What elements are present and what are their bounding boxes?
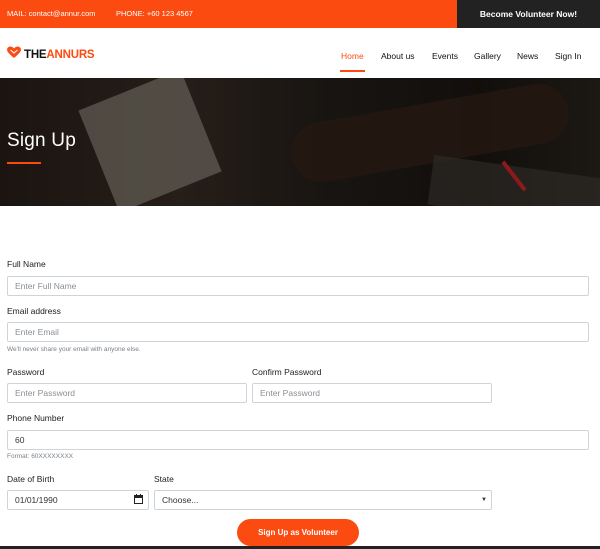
phone-input[interactable]: 60 bbox=[7, 430, 589, 450]
password-label: Password bbox=[7, 367, 45, 377]
logo-text-annurs: ANNURS bbox=[46, 48, 95, 61]
calendar-icon[interactable] bbox=[134, 494, 143, 504]
become-volunteer-button[interactable]: Become Volunteer Now! bbox=[457, 0, 600, 28]
nav-about-us[interactable]: About us bbox=[381, 51, 415, 61]
nav-active-underline bbox=[340, 70, 365, 72]
confirm-password-placeholder: Enter Password bbox=[260, 388, 320, 398]
email-placeholder: Enter Email bbox=[15, 327, 59, 337]
email-input[interactable]: Enter Email bbox=[7, 322, 589, 342]
hero-overlay bbox=[0, 78, 600, 206]
heart-icon bbox=[6, 44, 22, 65]
nav-gallery[interactable]: Gallery bbox=[474, 51, 501, 61]
title-underline bbox=[7, 162, 41, 164]
contact-email: MAIL: contact@annur.com bbox=[7, 9, 96, 18]
full-name-placeholder: Enter Full Name bbox=[15, 281, 77, 291]
full-name-input[interactable]: Enter Full Name bbox=[7, 276, 589, 296]
nav-sign-in[interactable]: Sign In bbox=[555, 51, 581, 61]
signup-volunteer-button[interactable]: Sign Up as Volunteer bbox=[237, 519, 359, 546]
nav-home[interactable]: Home bbox=[341, 51, 364, 61]
nav-news[interactable]: News bbox=[517, 51, 538, 61]
confirm-password-label: Confirm Password bbox=[252, 367, 322, 377]
password-placeholder: Enter Password bbox=[15, 388, 75, 398]
hero-banner: Sign Up bbox=[0, 78, 600, 206]
phone-hint: Format: 60XXXXXXXX bbox=[7, 453, 74, 460]
phone-value: 60 bbox=[15, 435, 25, 445]
state-label: State bbox=[154, 474, 174, 484]
contact-phone: PHONE: +60 123 4567 bbox=[116, 9, 193, 18]
site-logo[interactable]: THEANNURS bbox=[6, 44, 95, 65]
full-name-label: Full Name bbox=[7, 259, 46, 269]
logo-text-the: THE bbox=[24, 48, 47, 61]
state-select[interactable]: Choose... ▼ bbox=[154, 490, 492, 510]
site-header: THEANNURS Home About us Events Gallery N… bbox=[0, 28, 600, 78]
confirm-password-input[interactable]: Enter Password bbox=[252, 383, 492, 403]
dob-value: 01/01/1990 bbox=[15, 495, 58, 505]
top-bar: MAIL: contact@annur.com PHONE: +60 123 4… bbox=[0, 0, 600, 28]
dob-label: Date of Birth bbox=[7, 474, 55, 484]
nav-events[interactable]: Events bbox=[432, 51, 458, 61]
email-label: Email address bbox=[7, 306, 61, 316]
email-hint: We'll never share your email with anyone… bbox=[7, 346, 141, 353]
chevron-down-icon: ▼ bbox=[481, 497, 487, 503]
logo-text: THEANNURS bbox=[24, 48, 95, 61]
phone-label: Phone Number bbox=[7, 413, 65, 423]
state-selected: Choose... bbox=[162, 495, 199, 505]
page-title: Sign Up bbox=[7, 130, 76, 151]
password-input[interactable]: Enter Password bbox=[7, 383, 247, 403]
dob-input[interactable]: 01/01/1990 bbox=[7, 490, 149, 510]
